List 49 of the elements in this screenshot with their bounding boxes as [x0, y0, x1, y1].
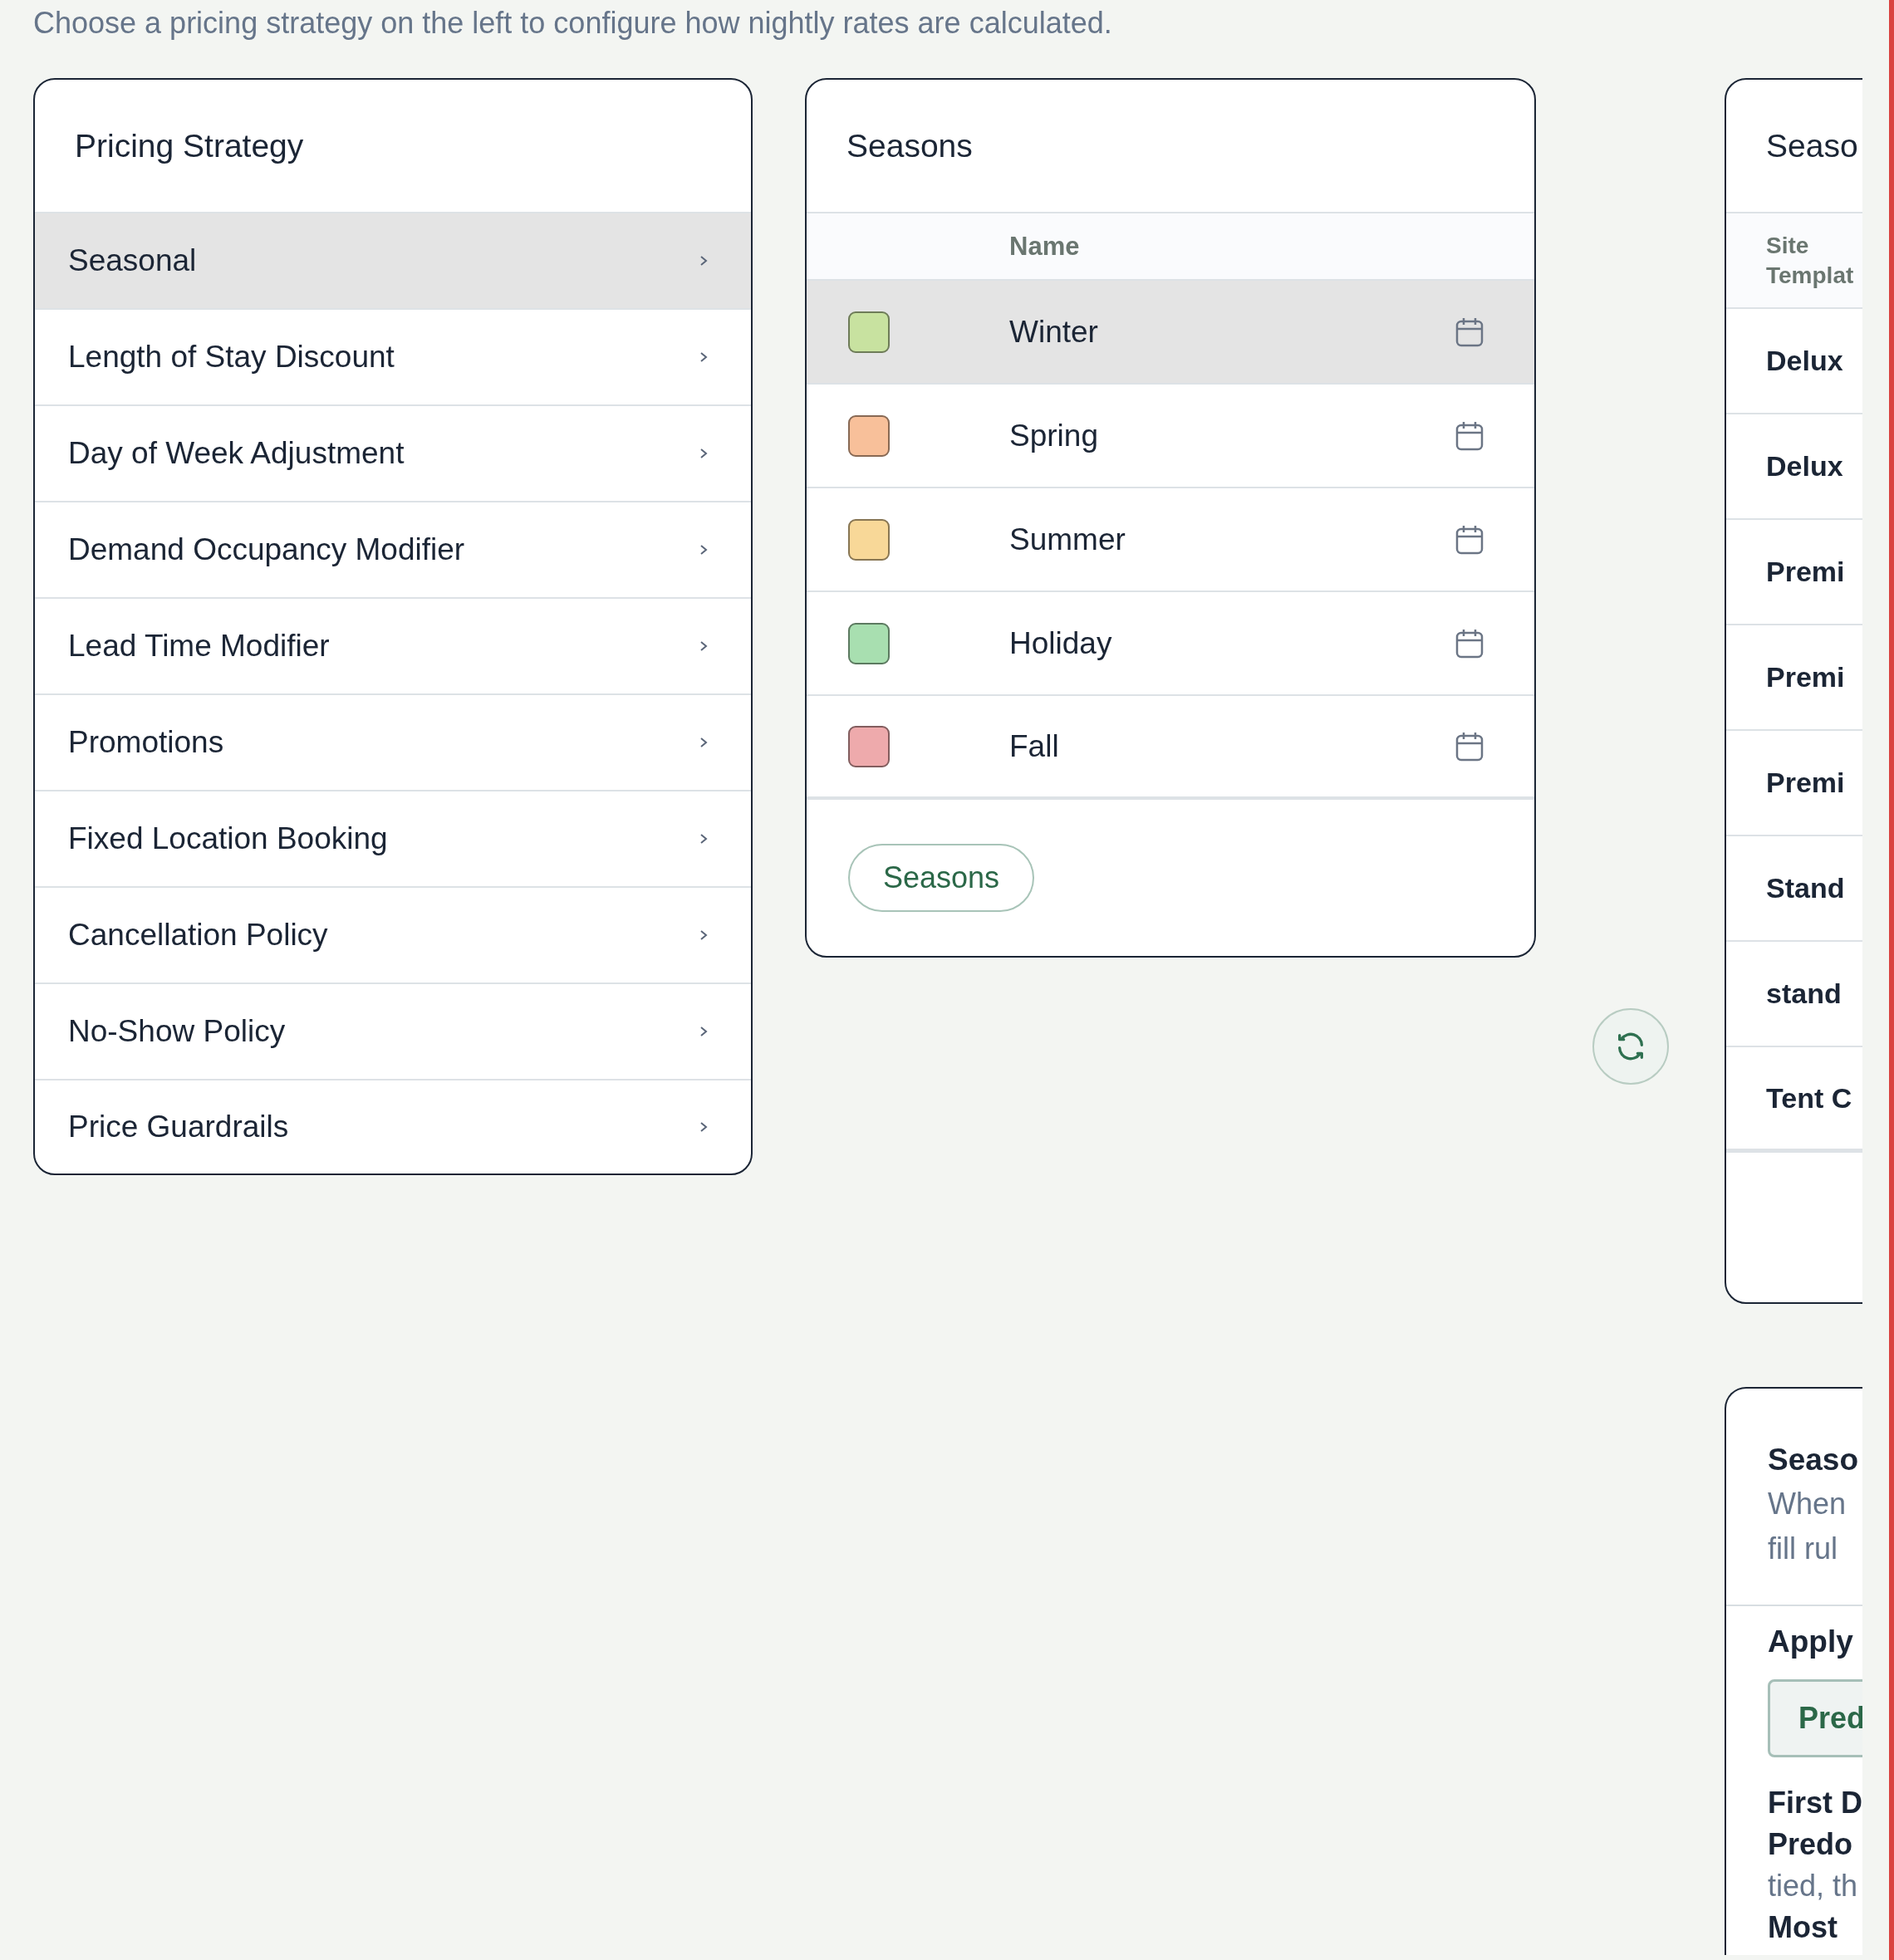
table-cell: Delux — [1766, 450, 1843, 483]
table-cell: Premi — [1766, 556, 1845, 588]
table-cell: Premi — [1766, 767, 1845, 799]
strategy-item[interactable]: Price Guardrails — [35, 1080, 751, 1174]
calendar-icon[interactable] — [1455, 730, 1484, 762]
season-name: Winter — [1009, 314, 1099, 350]
calendar-icon[interactable] — [1455, 419, 1484, 452]
season-row[interactable]: Holiday — [807, 592, 1534, 696]
strategy-item[interactable]: Fixed Location Booking — [35, 791, 751, 888]
season-name: Summer — [1009, 522, 1126, 557]
season-row[interactable]: Fall — [807, 696, 1534, 800]
description-text: When — [1768, 1486, 1847, 1522]
option-note: tied, th — [1768, 1868, 1859, 1904]
option-title: Predo — [1768, 1826, 1854, 1863]
intro-text: Choose a pricing strategy on the left to configure how nightly rates are calculated. — [33, 5, 1113, 42]
card-title: Seasons — [846, 127, 973, 164]
strategy-item[interactable]: Length of Stay Discount — [35, 310, 751, 406]
column-header: Name — [1009, 231, 1080, 262]
strategy-item[interactable]: Promotions — [35, 695, 751, 791]
mode-select[interactable]: Pred — [1768, 1679, 1862, 1757]
season-name: Holiday — [1009, 625, 1113, 661]
strategy-item[interactable]: Seasonal — [35, 213, 751, 310]
table-cell: Premi — [1766, 661, 1845, 693]
column-header: Site Templat — [1766, 231, 1855, 290]
season-row[interactable]: Spring — [807, 385, 1534, 488]
table-cell: Stand — [1766, 872, 1845, 904]
calendar-icon[interactable] — [1455, 627, 1484, 659]
strategy-item[interactable]: Cancellation Policy — [35, 888, 751, 984]
strategy-item[interactable]: Lead Time Modifier — [35, 599, 751, 695]
table-cell: stand — [1766, 978, 1842, 1010]
table-cell: Tent C — [1766, 1081, 1852, 1115]
season-row[interactable]: Winter — [807, 281, 1534, 385]
seasons-button[interactable]: Seasons — [848, 844, 1035, 912]
strategy-item[interactable]: Demand Occupancy Modifier — [35, 502, 751, 599]
season-name: Spring — [1009, 418, 1099, 453]
field-label: Apply — [1768, 1624, 1854, 1660]
season-row[interactable]: Summer — [807, 488, 1534, 592]
strategy-item[interactable]: No-Show Policy — [35, 984, 751, 1080]
card-title: Pricing Strategy — [75, 127, 304, 164]
card-title: Seaso — [1766, 127, 1858, 164]
card-title: Seaso — [1768, 1442, 1859, 1478]
calendar-icon[interactable] — [1455, 316, 1484, 348]
description-text: fill rul — [1768, 1531, 1838, 1567]
option-title: Most — [1768, 1909, 1838, 1946]
option-title: First D — [1768, 1785, 1862, 1821]
season-name: Fall — [1009, 728, 1060, 764]
calendar-icon[interactable] — [1455, 523, 1484, 556]
strategy-item[interactable]: Day of Week Adjustment — [35, 406, 751, 502]
table-cell: Delux — [1766, 345, 1843, 377]
